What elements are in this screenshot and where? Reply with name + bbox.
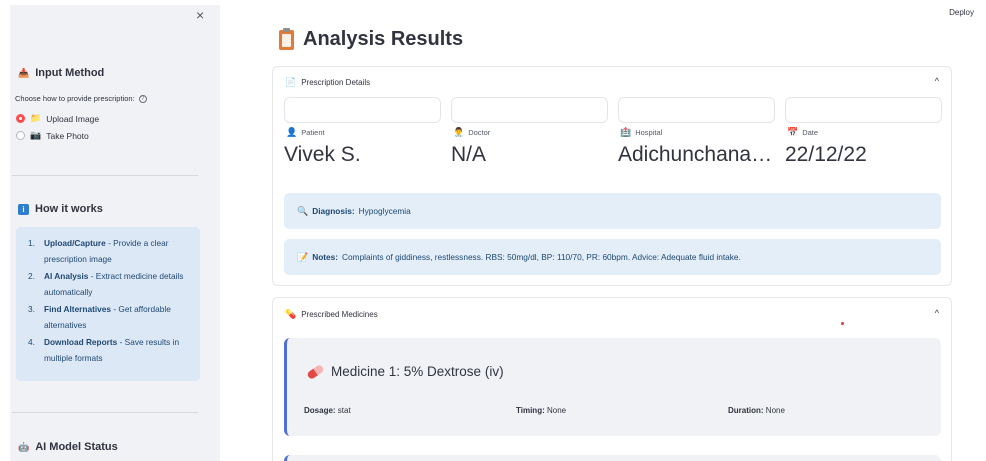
close-sidebar-icon[interactable]: × xyxy=(196,7,204,23)
doctor-label: 👨‍⚕️ Doctor xyxy=(453,127,490,138)
chevron-up-icon[interactable]: ^ xyxy=(935,76,939,86)
clipboard-icon xyxy=(279,27,294,50)
prescribed-medicines-expander: 💊 Prescribed Medicines ^ Medicine 1: 5% … xyxy=(272,297,952,461)
prescription-details-expander: 📄 Prescription Details ^ 👤 Patient 👨‍⚕️ … xyxy=(272,66,952,286)
step-title: AI Analysis xyxy=(44,271,89,281)
memo-icon: 📝 xyxy=(297,251,309,262)
timing-value: None xyxy=(546,406,567,415)
step-number: 3. xyxy=(28,304,35,314)
model-status-title: AI Model Status xyxy=(35,441,118,453)
prescribed-medicines-title: Prescribed Medicines xyxy=(301,310,378,319)
step-title: Download Reports xyxy=(44,337,118,347)
medicine-card: Medicine 1: 5% Dextrose (iv) Dosage: sta… xyxy=(284,338,941,436)
patient-value: Vivek S. xyxy=(284,143,361,166)
sidebar-divider xyxy=(12,175,198,176)
step-number: 2. xyxy=(28,271,35,281)
how-it-works-title: How it works xyxy=(35,203,103,215)
duration-value: None xyxy=(765,406,785,415)
timing-label: Timing: xyxy=(516,406,545,415)
sidebar: × 📥 Input Method Choose how to provide p… xyxy=(10,5,220,461)
radio-upload-image[interactable]: 📁 Upload Image xyxy=(16,113,99,124)
magnifier-icon: 🔍 xyxy=(297,205,309,216)
patient-field-box xyxy=(284,97,441,123)
date-label: 📅 Date xyxy=(787,127,818,138)
prescription-details-title: Prescription Details xyxy=(301,78,371,87)
page-icon: 📄 xyxy=(285,77,297,87)
patient-label: 👤 Patient xyxy=(286,127,325,138)
medicine-timing: Timing: None xyxy=(516,406,566,415)
diagnosis-label: Diagnosis: xyxy=(312,206,355,216)
medicine-title-text: Medicine 1: 5% Dextrose (iv) xyxy=(331,364,504,379)
help-icon[interactable]: ? xyxy=(138,94,147,103)
sidebar-divider xyxy=(12,412,198,413)
step-text: Upload/Capture - Provide a clear prescri… xyxy=(44,235,192,267)
input-method-help: Choose how to provide prescription: ? xyxy=(15,94,147,103)
list-item: 3. Find Alternatives - Get affordable alt… xyxy=(26,301,192,333)
doctor-field-box xyxy=(451,97,608,123)
pill-icon xyxy=(306,363,325,380)
chevron-up-icon[interactable]: ^ xyxy=(935,308,939,318)
step-number: 4. xyxy=(28,337,35,347)
robot-icon: 🤖 xyxy=(18,441,30,452)
how-it-works-box: 1. Upload/Capture - Provide a clear presc… xyxy=(16,227,200,381)
input-method-help-text: Choose how to provide prescription: xyxy=(15,94,135,103)
notes-label: Notes: xyxy=(312,252,339,262)
step-text: AI Analysis - Extract medicine details a… xyxy=(44,268,192,300)
input-method-title: Input Method xyxy=(35,67,105,79)
step-text: Find Alternatives - Get affordable alter… xyxy=(44,301,192,333)
medicine-duration: Duration: None xyxy=(728,406,785,415)
calendar-icon: 📅 xyxy=(787,127,799,137)
date-label-text: Date xyxy=(802,128,819,137)
step-title: Upload/Capture xyxy=(44,238,106,248)
doctor-icon: 👨‍⚕️ xyxy=(453,127,465,137)
folder-icon: 📁 xyxy=(30,113,42,123)
doctor-value: N/A xyxy=(451,143,487,166)
prescription-details-header[interactable]: 📄 Prescription Details xyxy=(285,77,370,88)
radio-upload-image-label: Upload Image xyxy=(46,113,100,124)
list-item: 2. AI Analysis - Extract medicine details… xyxy=(26,268,192,300)
user-icon: 👤 xyxy=(286,127,298,137)
diagnosis-value: Hypoglycemia xyxy=(358,206,411,216)
pill-icon: 💊 xyxy=(285,309,297,319)
input-method-heading: 📥 Input Method xyxy=(18,67,104,79)
how-it-works-heading: i How it works xyxy=(18,203,103,215)
dosage-value: stat xyxy=(337,406,351,415)
patient-label-text: Patient xyxy=(301,128,325,137)
radio-checked-icon[interactable] xyxy=(16,114,25,123)
status-dot xyxy=(841,322,844,325)
page-title: Analysis Results xyxy=(279,27,464,51)
hospital-label: 🏥 Hospital xyxy=(620,127,662,138)
radio-unchecked-icon[interactable] xyxy=(16,131,25,140)
notes-box: 📝 Notes: Complaints of giddiness, restle… xyxy=(284,239,941,275)
date-value: 22/12/22 xyxy=(785,143,867,166)
dosage-label: Dosage: xyxy=(304,406,336,415)
hospital-field-box xyxy=(618,97,775,123)
page-title-text: Analysis Results xyxy=(303,28,464,50)
list-item: 1. Upload/Capture - Provide a clear presc… xyxy=(26,235,192,267)
hospital-label-text: Hospital xyxy=(635,128,663,137)
hospital-icon: 🏥 xyxy=(620,127,632,137)
how-it-works-list: 1. Upload/Capture - Provide a clear presc… xyxy=(26,235,192,366)
diagnosis-box: 🔍 Diagnosis: Hypoglycemia xyxy=(284,193,941,229)
duration-label: Duration: xyxy=(728,406,764,415)
date-field-box xyxy=(785,97,942,123)
step-title: Find Alternatives xyxy=(44,304,112,314)
radio-take-photo[interactable]: 📷 Take Photo xyxy=(16,130,89,141)
prescribed-medicines-header[interactable]: 💊 Prescribed Medicines xyxy=(285,309,378,320)
step-text: Download Reports - Save results in multi… xyxy=(44,334,192,366)
info-icon: i xyxy=(18,203,29,215)
inbox-tray-icon: 📥 xyxy=(18,67,30,78)
camera-icon: 📷 xyxy=(30,130,42,140)
radio-take-photo-label: Take Photo xyxy=(46,130,89,141)
list-item: 4. Download Reports - Save results in mul… xyxy=(26,334,192,366)
notes-value: Complaints of giddiness, restlessness. R… xyxy=(342,252,741,262)
hospital-value: Adichunchanagiri xyxy=(618,143,776,166)
deploy-button[interactable]: Deploy xyxy=(949,8,974,17)
medicine-card xyxy=(284,455,941,461)
medicine-title: Medicine 1: 5% Dextrose (iv) xyxy=(306,363,504,380)
medicine-dosage: Dosage: stat xyxy=(304,406,351,415)
step-number: 1. xyxy=(28,238,35,248)
doctor-label-text: Doctor xyxy=(468,128,491,137)
model-status-heading: 🤖 AI Model Status xyxy=(18,441,118,453)
